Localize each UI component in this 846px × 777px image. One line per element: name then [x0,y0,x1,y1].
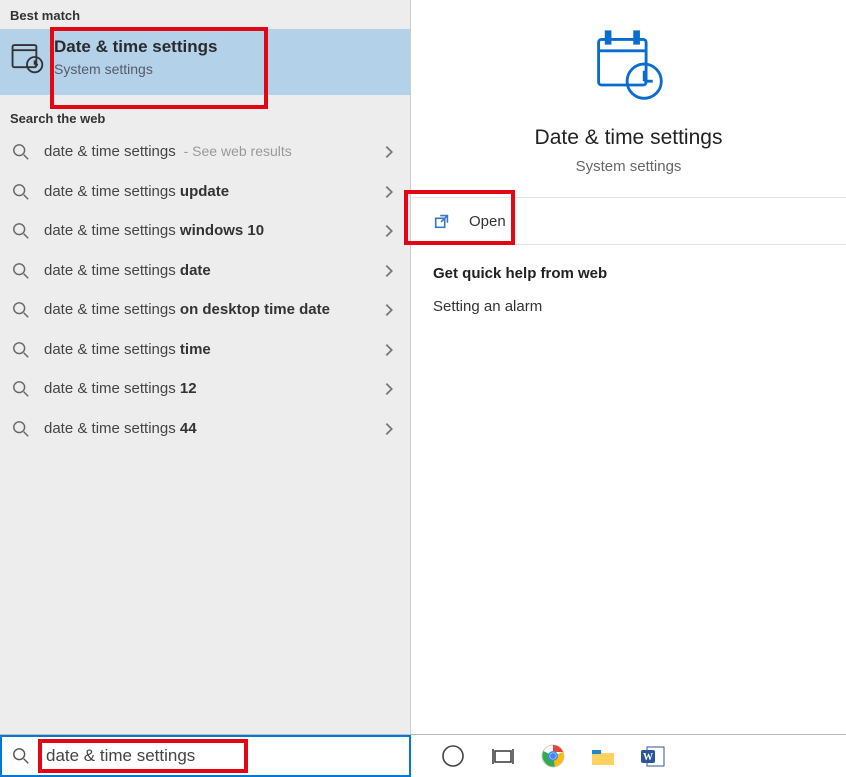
preview-pane: Date & time settings System settings Ope… [411,0,846,734]
search-icon [12,341,30,359]
web-result-item[interactable]: date & time settings on desktop time dat… [0,290,410,330]
search-input[interactable] [38,739,248,773]
file-explorer-icon[interactable] [589,742,617,770]
search-icon [12,222,30,240]
cortana-icon[interactable] [439,742,467,770]
chevron-right-icon [380,262,398,280]
web-results-header: Search the web [0,103,410,132]
search-icon [12,420,30,438]
taskbar-tray: W [411,735,846,777]
web-result-label: date & time settings update [44,182,380,202]
open-action[interactable]: Open [411,198,846,244]
word-icon[interactable]: W [639,742,667,770]
web-result-item[interactable]: date & time settings update [0,172,410,212]
best-match-result[interactable]: Date & time settings System settings [0,29,410,95]
taskview-icon[interactable] [489,742,517,770]
web-result-item[interactable]: date & time settings - See web results [0,132,410,172]
svg-text:W: W [643,752,653,763]
best-match-subtitle: System settings [54,61,217,77]
search-icon [12,183,30,201]
chevron-right-icon [380,420,398,438]
search-icon [12,262,30,280]
chevron-right-icon [380,380,398,398]
web-result-item[interactable]: date & time settings 44 [0,409,410,449]
web-result-label: date & time settings 44 [44,419,380,439]
chevron-right-icon [380,143,398,161]
web-result-item[interactable]: date & time settings date [0,251,410,291]
search-icon [12,380,30,398]
preview-subtitle: System settings [421,158,836,175]
chevron-right-icon [380,183,398,201]
best-match-header: Best match [0,0,410,29]
web-result-item[interactable]: date & time settings windows 10 [0,211,410,251]
open-label: Open [469,213,506,230]
taskbar-search[interactable] [0,735,411,777]
quick-help-link[interactable]: Setting an alarm [411,288,846,325]
taskbar: W [0,734,846,777]
search-icon [12,747,30,765]
preview-title: Date & time settings [421,126,836,150]
web-result-label: date & time settings date [44,261,380,281]
web-result-label: date & time settings on desktop time dat… [44,300,380,320]
web-result-item[interactable]: date & time settings time [0,330,410,370]
web-result-item[interactable]: date & time settings 12 [0,369,410,409]
calendar-clock-icon [10,40,44,74]
chrome-icon[interactable] [539,742,567,770]
quick-help-header: Get quick help from web [411,245,846,288]
chevron-right-icon [380,222,398,240]
web-result-label: date & time settings windows 10 [44,221,380,241]
chevron-right-icon [380,341,398,359]
search-results-pane: Best match Date & time settings System s… [0,0,411,734]
calendar-clock-icon [591,28,667,104]
web-result-label: date & time settings 12 [44,379,380,399]
best-match-title: Date & time settings [54,37,217,57]
web-result-label: date & time settings time [44,340,380,360]
chevron-right-icon [380,301,398,319]
search-icon [12,301,30,319]
open-external-icon [433,212,451,230]
web-result-label: date & time settings - See web results [44,142,380,162]
search-icon [12,143,30,161]
